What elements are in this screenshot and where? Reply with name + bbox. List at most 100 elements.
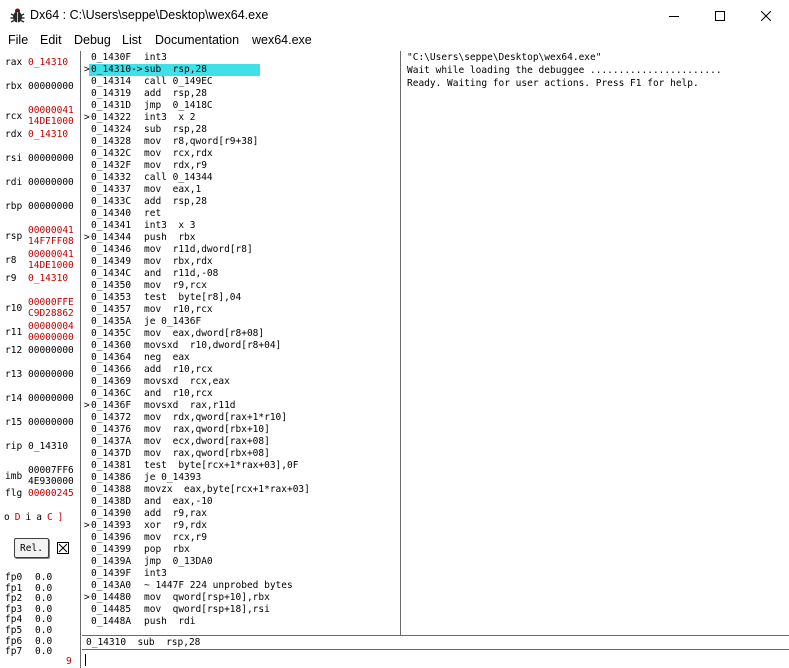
register-value-rdi[interactable]: 00000000	[28, 177, 74, 188]
register-value-rbp[interactable]: 00000000	[28, 201, 74, 212]
disassembly-row[interactable]: 0_1437A mov ecx,dword[rax+08]	[82, 436, 400, 448]
register-value-r8[interactable]: 00000041	[28, 249, 74, 260]
disassembly-row[interactable]: 0_1439F int3	[82, 568, 400, 580]
register-value-rax[interactable]: 0_14310	[28, 57, 68, 68]
menu-edit[interactable]: Edit	[40, 33, 62, 47]
disassembly-row[interactable]: 0_1431D jmp 0_1418C	[82, 100, 400, 112]
maximize-button[interactable]	[697, 0, 743, 31]
disassembly-row[interactable]: 0_14366 add r10,rcx	[82, 364, 400, 376]
register-value-r12[interactable]: 00000000	[28, 345, 74, 356]
disassembly-row[interactable]: 0_14388 movzx eax,byte[rcx+1*rax+03]	[82, 484, 400, 496]
disassembly-row[interactable]: 0_1437D mov rax,qword[rbx+08]	[82, 448, 400, 460]
disassembly-row[interactable]: >0_14393 xor r9,rdx	[82, 520, 400, 532]
disassembly-row[interactable]: 0_14314 call 0_149EC	[82, 76, 400, 88]
rel-checkbox[interactable]	[57, 542, 69, 554]
disassembly-row[interactable]: 0_14386 je 0_14393	[82, 472, 400, 484]
register-value-r9[interactable]: 0_14310	[28, 273, 68, 284]
flag-0[interactable]: o	[4, 512, 10, 523]
register-value-rsp[interactable]: 00000041	[28, 225, 74, 236]
menu-debug[interactable]: Debug	[74, 33, 111, 47]
register-value-rdx[interactable]: 0_14310	[28, 129, 68, 140]
disassembly-row[interactable]: 0_14324 sub rsp,28	[82, 124, 400, 136]
disassembly-row[interactable]: 0_1436C and r10,rcx	[82, 388, 400, 400]
register-value-rbx[interactable]: 00000000	[28, 81, 74, 92]
disassembly-row[interactable]: 0_1434C and r11d,-08	[82, 268, 400, 280]
disassembly-row[interactable]: 0_1432C mov rcx,rdx	[82, 148, 400, 160]
disassembly-row[interactable]: 0_14319 add rsp,28	[82, 88, 400, 100]
register-value-high-rsp[interactable]: 14F7FF08	[28, 236, 74, 247]
register-name-r9: r9	[5, 273, 17, 284]
flag-2[interactable]: i	[25, 512, 31, 523]
register-value-high-imb[interactable]: 4E930000	[28, 476, 74, 487]
register-value-r14[interactable]: 00000000	[28, 393, 74, 404]
disassembly-row[interactable]: 0_1439A jmp 0_13DA0	[82, 556, 400, 568]
register-value-r13[interactable]: 00000000	[28, 369, 74, 380]
register-value-high-rcx[interactable]: 14DE1000	[28, 116, 74, 127]
menu-documentation[interactable]: Documentation	[155, 33, 239, 47]
close-button[interactable]	[743, 0, 789, 31]
disassembly-row[interactable]: >0_14322 int3 x 2	[82, 112, 400, 124]
disassembly-row[interactable]: 0_14390 add r9,rax	[82, 508, 400, 520]
flag-5[interactable]: ]	[58, 512, 64, 523]
register-value-imb[interactable]: 00007FF6	[28, 465, 74, 476]
disassembly-row[interactable]: 0_14332 call 0_14344	[82, 172, 400, 184]
disassembly-row[interactable]: 0_14369 movsxd rcx,eax	[82, 376, 400, 388]
register-value-r15[interactable]: 00000000	[28, 417, 74, 428]
register-value-r11[interactable]: 00000004	[28, 321, 74, 332]
disassembly-row[interactable]: 0_1430F int3	[82, 52, 400, 64]
register-value-rcx[interactable]: 00000041	[28, 105, 74, 116]
disassembly-row[interactable]: 0_1448A push rdi	[82, 616, 400, 628]
disassembly-row[interactable]: 0_1435C mov eax,dword[r8+08]	[82, 328, 400, 340]
register-value-high-r11[interactable]: 00000000	[28, 332, 74, 343]
disassembly-row[interactable]: 0_14357 mov r10,rcx	[82, 304, 400, 316]
menu-executable[interactable]: wex64.exe	[252, 33, 312, 47]
menu-file[interactable]: File	[8, 33, 28, 47]
register-value-high-r10[interactable]: C9D28862	[28, 308, 74, 319]
disassembly-row[interactable]: 0_1438D and eax,-10	[82, 496, 400, 508]
current-instruction-row[interactable]: >0_14310-> sub rsp,28	[82, 64, 400, 76]
instruction-address: 0_14340	[91, 208, 132, 219]
disassembly-row[interactable]: 0_14372 mov rdx,qword[rax+1*r10]	[82, 412, 400, 424]
disassembly-row[interactable]: 0_14360 movsxd r10,dword[r8+04]	[82, 340, 400, 352]
instruction-text: add r10,rcx	[144, 364, 213, 375]
register-value-high-r8[interactable]: 14DE1000	[28, 260, 74, 271]
disassembly-row[interactable]: 0_14381 test byte[rcx+1*rax+03],0F	[82, 460, 400, 472]
flag-1[interactable]: D	[15, 512, 21, 523]
flag-3[interactable]: a	[36, 512, 42, 523]
register-value-rsi[interactable]: 00000000	[28, 153, 74, 164]
disassembly-row[interactable]: >0_1436F movsxd rax,r11d	[82, 400, 400, 412]
flag-4[interactable]: C	[47, 512, 53, 523]
disassembly-row[interactable]: 0_14350 mov r9,rcx	[82, 280, 400, 292]
disassembly-row[interactable]: 0_14364 neg eax	[82, 352, 400, 364]
disassembly-row[interactable]: 0_1432F mov rdx,r9	[82, 160, 400, 172]
disassembly-row[interactable]: 0_14485 mov qword[rsp+18],rsi	[82, 604, 400, 616]
disassembly-row[interactable]: >0_14480 mov qword[rsp+10],rbx	[82, 592, 400, 604]
disassembly-row[interactable]: >0_14344 push rbx	[82, 232, 400, 244]
disassembly-row[interactable]: 0_14328 mov r8,qword[r9+38]	[82, 136, 400, 148]
command-input[interactable]	[82, 651, 789, 668]
disassembly-row[interactable]: 0_14376 mov rax,qword[rbx+10]	[82, 424, 400, 436]
register-value-rip[interactable]: 0_14310	[28, 441, 68, 452]
instruction-address: 0_14376	[91, 424, 132, 435]
disassembly-row[interactable]: 0_14353 test byte[r8],04	[82, 292, 400, 304]
disassembly-row[interactable]: 0_1435A je 0_1436F	[82, 316, 400, 328]
disassembly-panel[interactable]: 0_1430F int3 >0_14310-> sub rsp,28 0_14314 ca…	[82, 51, 401, 635]
disassembly-row[interactable]: 0_14341 int3 x 3	[82, 220, 400, 232]
minimize-button[interactable]	[651, 0, 697, 31]
register-value-r10[interactable]: 00000FFE	[28, 297, 74, 308]
console-output[interactable]: "C:\Users\seppe\Desktop\wex64.exe" Wait w…	[402, 51, 789, 635]
window-title: Dx64 : C:\Users\seppe\Desktop\wex64.exe	[30, 8, 269, 22]
disassembly-row[interactable]: 0_14349 mov rbx,rdx	[82, 256, 400, 268]
rel-button[interactable]: Rel.	[14, 538, 49, 558]
register-value-flg[interactable]: 00000245	[28, 488, 74, 499]
register-name-r15: r15	[5, 417, 23, 428]
instruction-text: mov qword[rsp+18],rsi	[144, 604, 270, 615]
disassembly-row[interactable]: 0_14340 ret	[82, 208, 400, 220]
disassembly-row[interactable]: 0_14399 pop rbx	[82, 544, 400, 556]
disassembly-row[interactable]: 0_14346 mov r11d,dword[r8]	[82, 244, 400, 256]
disassembly-row[interactable]: 0_1433C add rsp,28	[82, 196, 400, 208]
disassembly-row[interactable]: 0_14337 mov eax,1	[82, 184, 400, 196]
disassembly-row[interactable]: 0_143A0 ~ 1447F 224 unprobed bytes	[82, 580, 400, 592]
menu-list[interactable]: List	[122, 33, 141, 47]
disassembly-row[interactable]: 0_14396 mov rcx,r9	[82, 532, 400, 544]
